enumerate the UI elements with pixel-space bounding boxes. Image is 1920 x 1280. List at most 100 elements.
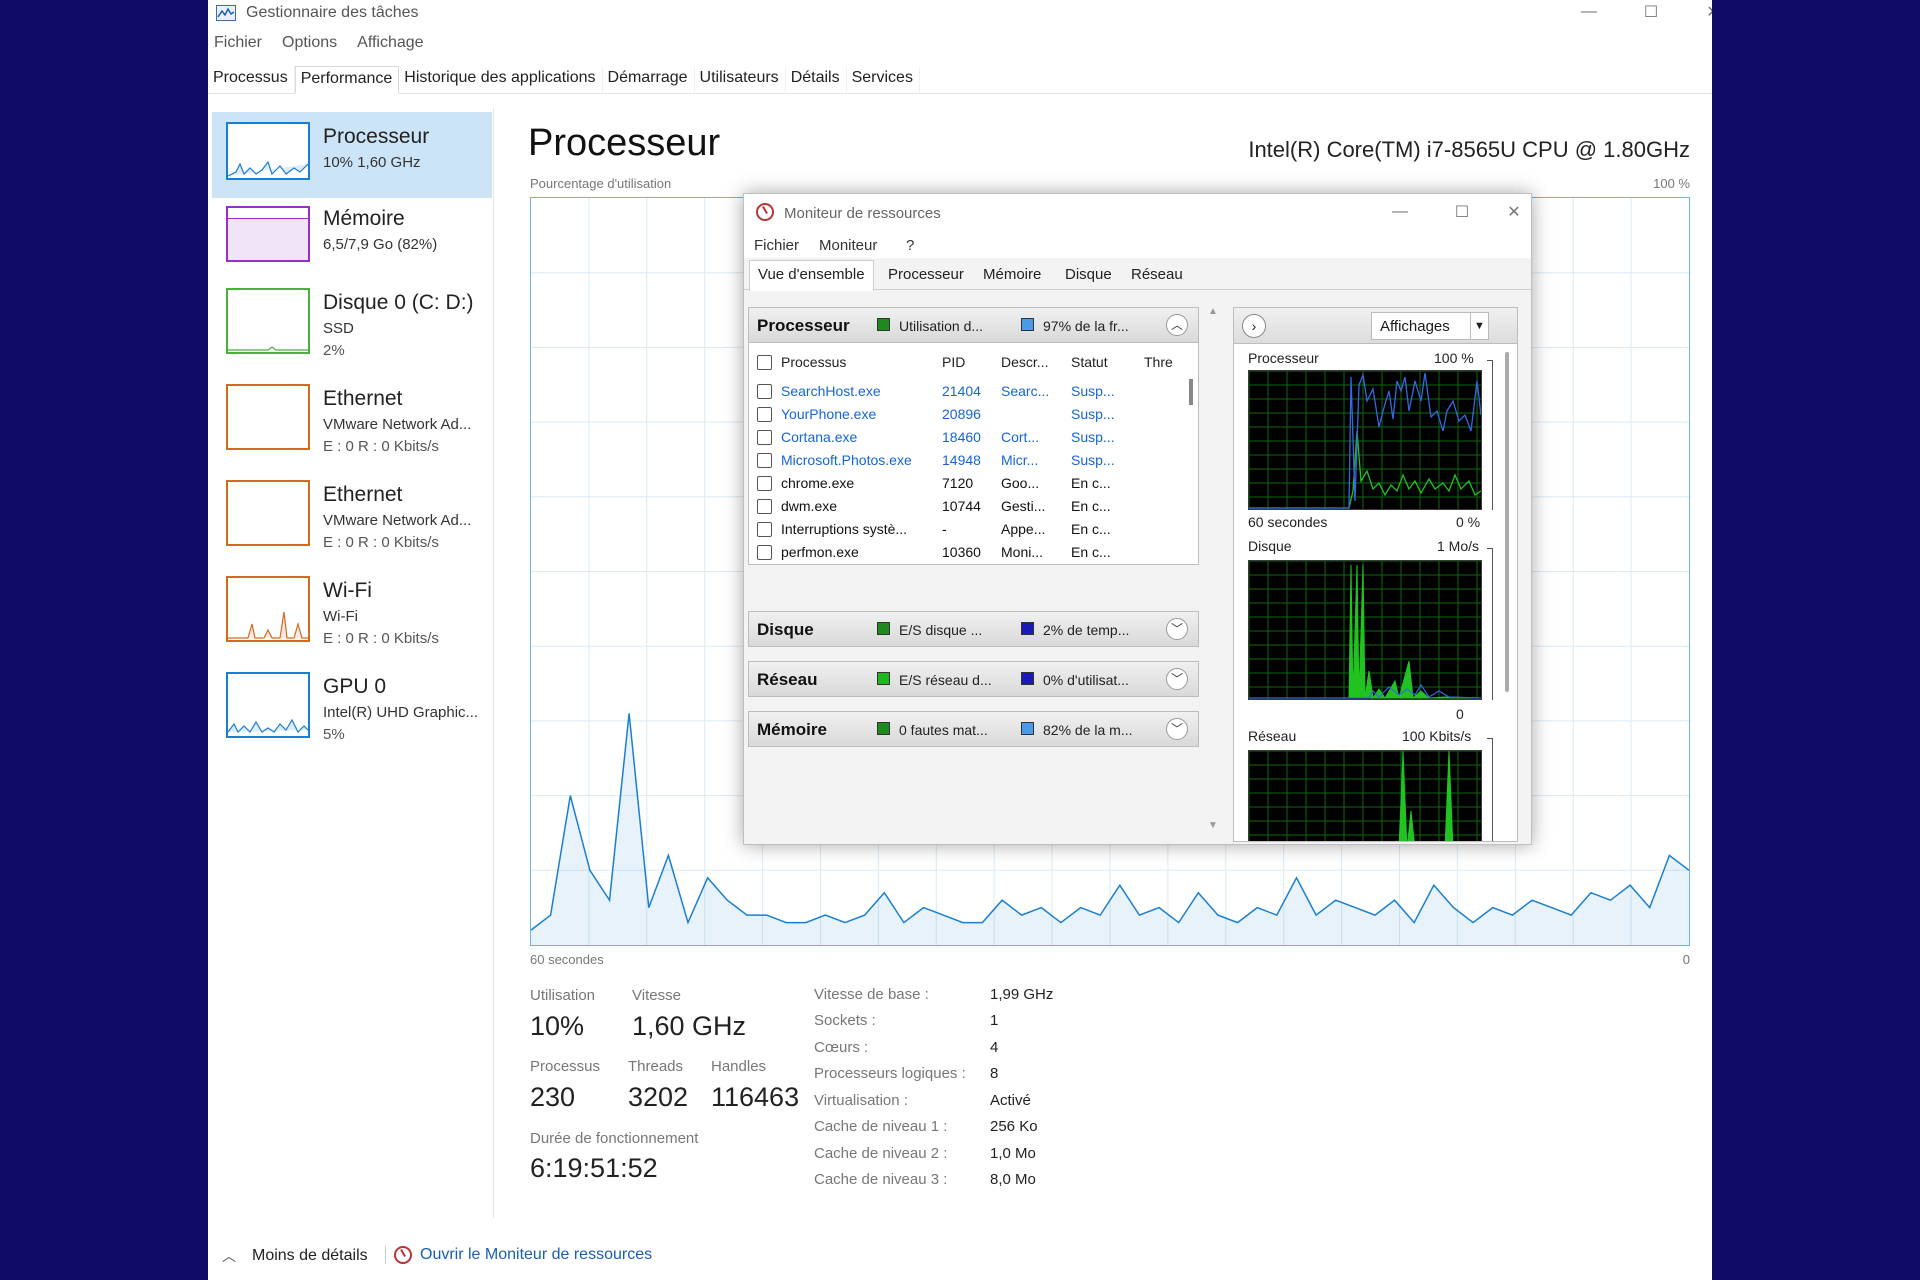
- table-vertical-scrollbar[interactable]: [1189, 379, 1193, 405]
- legend-blue-square: [1021, 318, 1034, 331]
- tab-performance[interactable]: Performance: [294, 66, 400, 94]
- table-row[interactable]: dwm.exe 10744 Gesti... En c...: [749, 497, 1179, 517]
- task-manager-app-icon: [216, 5, 236, 21]
- ethernet-thumbnail-graph: [226, 480, 310, 546]
- process-pid: 10360: [942, 544, 981, 560]
- views-dropdown[interactable]: Affichages ▼: [1371, 312, 1489, 340]
- row-checkbox[interactable]: [757, 384, 772, 399]
- tab-details[interactable]: Détails: [786, 66, 847, 94]
- sections-vertical-scrollbar[interactable]: ▲ ▼: [1206, 302, 1222, 832]
- sidebar-item-ethernet-2[interactable]: Ethernet VMware Network Ad... E : 0 R : …: [212, 470, 492, 556]
- column-header-threads[interactable]: Thre: [1144, 354, 1173, 370]
- rm-window-title: Moniteur de ressources: [784, 205, 941, 222]
- resource-monitor-window: Moniteur de ressources — ☐ ✕ Fichier Mon…: [743, 193, 1532, 845]
- table-row[interactable]: perfmon.exe 10360 Moni... En c...: [749, 543, 1179, 563]
- rm-maximize-button[interactable]: ☐: [1438, 200, 1486, 224]
- section-header-memoire[interactable]: Mémoire 0 fautes mat... 82% de la m... ﹀: [748, 711, 1199, 747]
- footer-bar: ︿ Moins de détails Ouvrir le Moniteur de…: [208, 1238, 1712, 1270]
- scroll-up-arrow-icon[interactable]: ▲: [1208, 306, 1218, 317]
- table-row[interactable]: Interruptions systè... - Appe... En c...: [749, 520, 1179, 540]
- sidebar-item-processeur[interactable]: Processeur 10% 1,60 GHz: [212, 112, 492, 198]
- table-row[interactable]: YourPhone.exe 20896 Susp...: [749, 405, 1179, 425]
- row-checkbox[interactable]: [757, 407, 772, 422]
- open-resource-monitor-link[interactable]: Ouvrir le Moniteur de ressources: [394, 1246, 652, 1264]
- collapse-chevron-up-icon[interactable]: ︿: [1166, 314, 1188, 336]
- sidebar-item-disque[interactable]: Disque 0 (C: D:) SSD 2%: [212, 278, 492, 364]
- column-header-description[interactable]: Descr...: [1001, 354, 1048, 370]
- process-status: En c...: [1071, 475, 1111, 491]
- section-metric-1: Utilisation d...: [899, 318, 984, 334]
- column-header-statut[interactable]: Statut: [1071, 354, 1108, 370]
- sidebar-item-gpu[interactable]: GPU 0 Intel(R) UHD Graphic... 5%: [212, 662, 492, 748]
- rm-menu-help[interactable]: ?: [906, 237, 914, 254]
- close-button[interactable]: ✕: [1689, 0, 1712, 24]
- sidebar-item-memoire[interactable]: Mémoire 6,5/7,9 Go (82%): [212, 194, 492, 280]
- rm-menu-file[interactable]: Fichier: [754, 237, 799, 254]
- row-checkbox[interactable]: [757, 430, 772, 445]
- table-row[interactable]: SearchHost.exe 21404 Searc... Susp...: [749, 382, 1179, 402]
- rm-minimize-button[interactable]: —: [1376, 200, 1424, 224]
- spec-label: Cache de niveau 1 :: [814, 1118, 948, 1135]
- row-checkbox[interactable]: [757, 545, 772, 560]
- column-header-pid[interactable]: PID: [942, 354, 965, 370]
- sidebar-item-detail: VMware Network Ad...: [323, 512, 472, 529]
- tab-users[interactable]: Utilisateurs: [695, 66, 786, 94]
- expand-chevron-down-icon[interactable]: ﹀: [1166, 668, 1188, 690]
- menu-view[interactable]: Affichage: [357, 34, 423, 58]
- menu-options[interactable]: Options: [282, 34, 337, 58]
- process-status: En c...: [1071, 498, 1111, 514]
- table-row[interactable]: Microsoft.Photos.exe 14948 Micr... Susp.…: [749, 451, 1179, 471]
- rm-menu-bar: Fichier Moniteur ?: [744, 230, 1531, 258]
- row-checkbox[interactable]: [757, 453, 772, 468]
- title-bar: Gestionnaire des tâches: [208, 0, 1712, 26]
- graphs-vertical-scrollbar[interactable]: [1505, 352, 1509, 692]
- expand-chevron-down-icon[interactable]: ﹀: [1166, 618, 1188, 640]
- rm-tab-memory[interactable]: Mémoire: [983, 266, 1041, 283]
- rm-tab-network[interactable]: Réseau: [1131, 266, 1183, 283]
- process-name: SearchHost.exe: [781, 383, 881, 399]
- minimize-button[interactable]: —: [1565, 0, 1613, 24]
- section-header-reseau[interactable]: Réseau E/S réseau d... 0% d'utilisat... …: [748, 661, 1199, 697]
- process-pid: -: [942, 521, 947, 537]
- maximize-button[interactable]: ☐: [1627, 0, 1675, 24]
- tab-services[interactable]: Services: [847, 66, 920, 94]
- chevron-right-icon[interactable]: ›: [1242, 314, 1266, 338]
- column-header-processus[interactable]: Processus: [781, 354, 846, 370]
- fewer-details-button[interactable]: ︿ Moins de détails: [222, 1246, 368, 1266]
- row-checkbox[interactable]: [757, 476, 772, 491]
- tab-startup[interactable]: Démarrage: [603, 66, 695, 94]
- tab-processes[interactable]: Processus: [208, 66, 295, 94]
- sidebar-item-name: Wi-Fi: [323, 579, 372, 602]
- process-description: Cort...: [1001, 429, 1040, 445]
- expand-chevron-down-icon[interactable]: ﹀: [1166, 718, 1188, 740]
- tab-app-history[interactable]: Historique des applications: [399, 66, 603, 94]
- section-metric-1: E/S disque ...: [899, 622, 983, 638]
- select-all-checkbox[interactable]: [757, 355, 772, 370]
- section-header-processeur[interactable]: Processeur Utilisation d... 97% de la fr…: [748, 307, 1199, 343]
- row-checkbox[interactable]: [757, 522, 772, 537]
- menu-bar: Fichier Options Affichage: [208, 34, 438, 58]
- menu-file[interactable]: Fichier: [214, 34, 262, 58]
- rm-tab-cpu[interactable]: Processeur: [888, 266, 964, 283]
- rm-close-button[interactable]: ✕: [1499, 200, 1529, 224]
- spec-value: 256 Ko: [990, 1118, 1038, 1135]
- section-title: Réseau: [757, 670, 818, 689]
- rm-menu-monitor[interactable]: Moniteur: [819, 237, 877, 254]
- spec-value: 1,99 GHz: [990, 986, 1054, 1003]
- rm-title-bar: Moniteur de ressources — ☐ ✕: [744, 194, 1531, 230]
- process-pid: 14948: [942, 452, 981, 468]
- resource-monitor-icon: [756, 203, 774, 221]
- sidebar-item-ethernet-1[interactable]: Ethernet VMware Network Ad... E : 0 R : …: [212, 374, 492, 460]
- mini-graph-max: 100 %: [1434, 350, 1474, 366]
- table-row[interactable]: chrome.exe 7120 Goo... En c...: [749, 474, 1179, 494]
- row-checkbox[interactable]: [757, 499, 772, 514]
- section-header-disque[interactable]: Disque E/S disque ... 2% de temp... ﹀: [748, 611, 1199, 647]
- scroll-down-arrow-icon[interactable]: ▼: [1208, 820, 1218, 831]
- sidebar-item-wifi[interactable]: Wi-Fi Wi-Fi E : 0 R : 0 Kbits/s: [212, 566, 492, 652]
- section-metric-2: 82% de la m...: [1043, 722, 1133, 738]
- section-metric-2: 0% d'utilisat...: [1043, 672, 1129, 688]
- rm-tab-overview[interactable]: Vue d'ensemble: [749, 260, 874, 291]
- rm-tab-disk[interactable]: Disque: [1065, 266, 1112, 283]
- table-row[interactable]: Cortana.exe 18460 Cort... Susp...: [749, 428, 1179, 448]
- process-description: Moni...: [1001, 544, 1044, 560]
